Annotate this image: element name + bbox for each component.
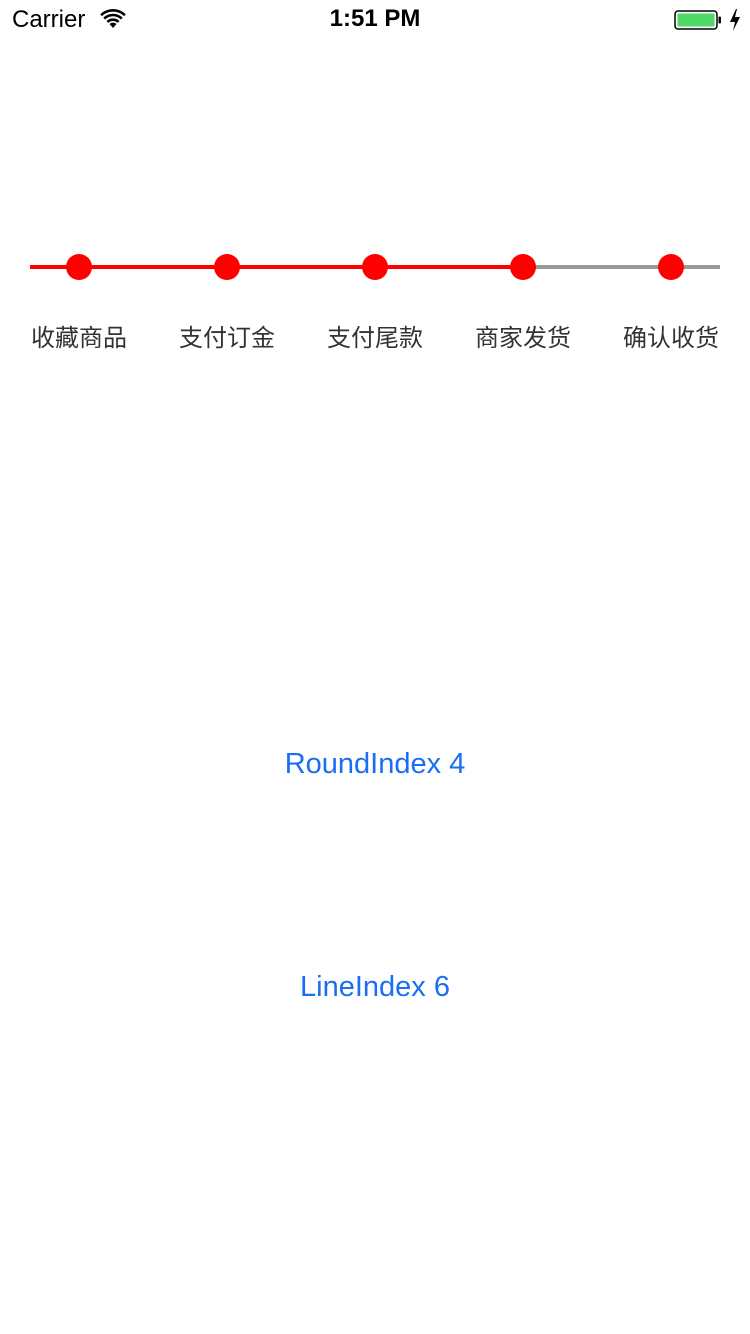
step-label-merchant-ship: 商家发货 xyxy=(475,324,571,352)
progress-line-remaining xyxy=(523,265,720,269)
line-index-button[interactable]: LineIndex 6 xyxy=(0,971,750,1004)
step-dot-5 xyxy=(658,254,684,280)
battery-icon xyxy=(674,10,721,30)
step-dot-1 xyxy=(66,254,92,280)
step-label-pay-balance: 支付尾款 xyxy=(327,324,423,352)
step-dot-2 xyxy=(214,254,240,280)
step-label-pay-deposit: 支付订金 xyxy=(179,324,275,352)
step-label-confirm-receipt: 确认收货 xyxy=(623,324,719,352)
charging-bolt-icon xyxy=(730,9,740,31)
step-dot-3 xyxy=(362,254,388,280)
step-label-collect: 收藏商品 xyxy=(31,324,127,352)
step-dot-4 xyxy=(510,254,536,280)
status-bar: Carrier 1:51 PM xyxy=(0,0,750,40)
status-time: 1:51 PM xyxy=(329,5,421,32)
order-progress-stepper: 收藏商品 支付订金 支付尾款 商家发货 确认收货 xyxy=(30,230,720,360)
progress-line-completed xyxy=(30,265,523,269)
round-index-button[interactable]: RoundIndex 4 xyxy=(0,748,750,781)
